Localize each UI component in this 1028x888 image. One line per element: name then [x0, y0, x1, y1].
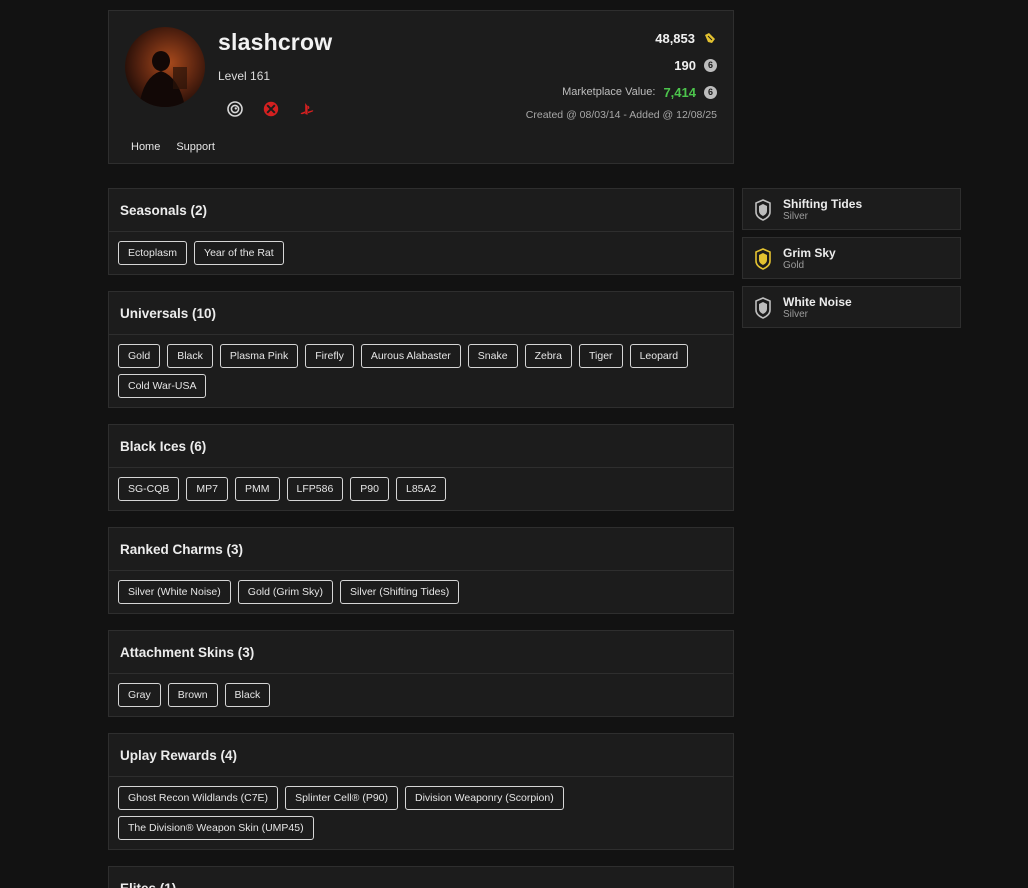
marketplace-row: Marketplace Value: 7,414 6 — [526, 83, 717, 101]
rank-charm-icon — [755, 199, 771, 221]
charm-name: Grim Sky — [783, 246, 836, 260]
renown-icon — [705, 33, 715, 43]
section-uplay-rewards: Uplay Rewards (4) Ghost Recon Wildlands … — [108, 733, 734, 850]
ubisoft-icon[interactable] — [227, 101, 243, 117]
item-tag[interactable]: Aurous Alabaster — [360, 344, 461, 368]
player-level: Level 161 — [218, 69, 271, 83]
item-tag[interactable]: Snake — [467, 344, 518, 368]
tag-list: Gray Brown Black — [109, 674, 733, 716]
section-attachment-skins: Attachment Skins (3) Gray Brown Black — [108, 630, 734, 717]
xbox-icon[interactable] — [263, 101, 279, 117]
section-title: Seasonals (2) — [109, 189, 733, 232]
tag-list: SG-CQB MP7 PMM LFP586 P90 L85A2 — [109, 468, 733, 510]
tag-list: Gold Black Plasma Pink Firefly Aurous Al… — [109, 335, 733, 407]
playstation-icon[interactable] — [299, 101, 315, 117]
item-tag[interactable]: L85A2 — [395, 477, 447, 501]
charm-card-white-noise[interactable]: White Noise Silver — [742, 286, 961, 328]
item-tag[interactable]: Splinter Cell® (P90) — [285, 786, 398, 810]
item-tag[interactable]: Ghost Recon Wildlands (C7E) — [118, 786, 279, 810]
item-tag[interactable]: P90 — [350, 477, 389, 501]
item-tag[interactable]: Brown — [167, 683, 218, 707]
charm-tier: Silver — [783, 211, 809, 222]
item-tag[interactable]: Gray — [118, 683, 161, 707]
r6-credits-icon: 6 — [704, 58, 717, 72]
item-tag[interactable]: Tiger — [579, 344, 623, 368]
renown-row: 48,853 — [526, 29, 717, 47]
charm-tier: Silver — [783, 309, 809, 320]
r6-credits-icon: 6 — [704, 85, 717, 99]
section-ranked-charms: Ranked Charms (3) Silver (White Noise) G… — [108, 527, 734, 614]
section-universals: Universals (10) Gold Black Plasma Pink F… — [108, 291, 734, 408]
marketplace-value: 7,414 — [663, 84, 696, 100]
platform-list — [227, 101, 315, 117]
charm-name: White Noise — [783, 295, 852, 309]
marketplace-label: Marketplace Value: — [562, 86, 656, 98]
item-tag[interactable]: Year of the Rat — [194, 241, 284, 265]
section-seasonals: Seasonals (2) Ectoplasm Year of the Rat — [108, 188, 734, 275]
profile-nav: Home Support — [131, 141, 215, 153]
renown-value: 48,853 — [655, 30, 695, 46]
item-tag[interactable]: Plasma Pink — [219, 344, 299, 368]
charm-card-shifting-tides[interactable]: Shifting Tides Silver — [742, 188, 961, 230]
item-tag[interactable]: Black — [224, 683, 271, 707]
rank-charm-icon — [755, 297, 771, 319]
section-title: Elites (1) — [109, 867, 733, 888]
charm-tier: Gold — [783, 260, 805, 271]
tag-list: Ghost Recon Wildlands (C7E) Splinter Cel… — [109, 777, 733, 849]
tag-list: Silver (White Noise) Gold (Grim Sky) Sil… — [109, 571, 733, 613]
section-title: Uplay Rewards (4) — [109, 734, 733, 777]
rank-charm-icon — [755, 248, 771, 270]
item-tag[interactable]: Division Weaponry (Scorpion) — [405, 786, 564, 810]
item-tag[interactable]: Zebra — [524, 344, 573, 368]
profile-card: slashcrow Level 161 48,853 190 6 Marketp… — [108, 10, 734, 164]
section-black-ices: Black Ices (6) SG-CQB MP7 PMM LFP586 P90… — [108, 424, 734, 511]
section-title: Attachment Skins (3) — [109, 631, 733, 674]
item-tag[interactable]: The Division® Weapon Skin (UMP45) — [118, 816, 314, 840]
charm-name: Shifting Tides — [783, 197, 863, 211]
account-dates: Created @ 08/03/14 - Added @ 12/08/25 — [525, 109, 717, 121]
tag-list: Ectoplasm Year of the Rat — [109, 232, 733, 274]
item-tag[interactable]: Leopard — [629, 344, 689, 368]
item-tag[interactable]: LFP586 — [286, 477, 344, 501]
nav-home[interactable]: Home — [131, 141, 160, 153]
account-stats: 48,853 190 6 Marketplace Value: 7,414 6 … — [526, 29, 717, 121]
item-tag[interactable]: Firefly — [305, 344, 354, 368]
charm-card-grim-sky[interactable]: Grim Sky Gold — [742, 237, 961, 279]
section-title: Ranked Charms (3) — [109, 528, 733, 571]
item-tag[interactable]: Gold — [118, 344, 161, 368]
section-title: Universals (10) — [109, 292, 733, 335]
section-title: Black Ices (6) — [109, 425, 733, 468]
section-elites: Elites (1) — [108, 866, 734, 888]
item-tag[interactable]: PMM — [235, 477, 280, 501]
item-tag[interactable]: Cold War-USA — [118, 374, 207, 398]
item-tag[interactable]: MP7 — [186, 477, 229, 501]
nav-support[interactable]: Support — [176, 141, 215, 153]
avatar — [125, 27, 205, 107]
item-tag[interactable]: Ectoplasm — [118, 241, 188, 265]
item-tag[interactable]: Gold (Grim Sky) — [237, 580, 334, 604]
item-tag[interactable]: Silver (Shifting Tides) — [340, 580, 460, 604]
credits-value: 190 — [674, 57, 696, 73]
item-tag[interactable]: Silver (White Noise) — [118, 580, 231, 604]
username: slashcrow — [218, 29, 333, 55]
item-tag[interactable]: Black — [167, 344, 213, 368]
item-tag[interactable]: SG-CQB — [118, 477, 180, 501]
credits-row: 190 6 — [526, 56, 717, 74]
